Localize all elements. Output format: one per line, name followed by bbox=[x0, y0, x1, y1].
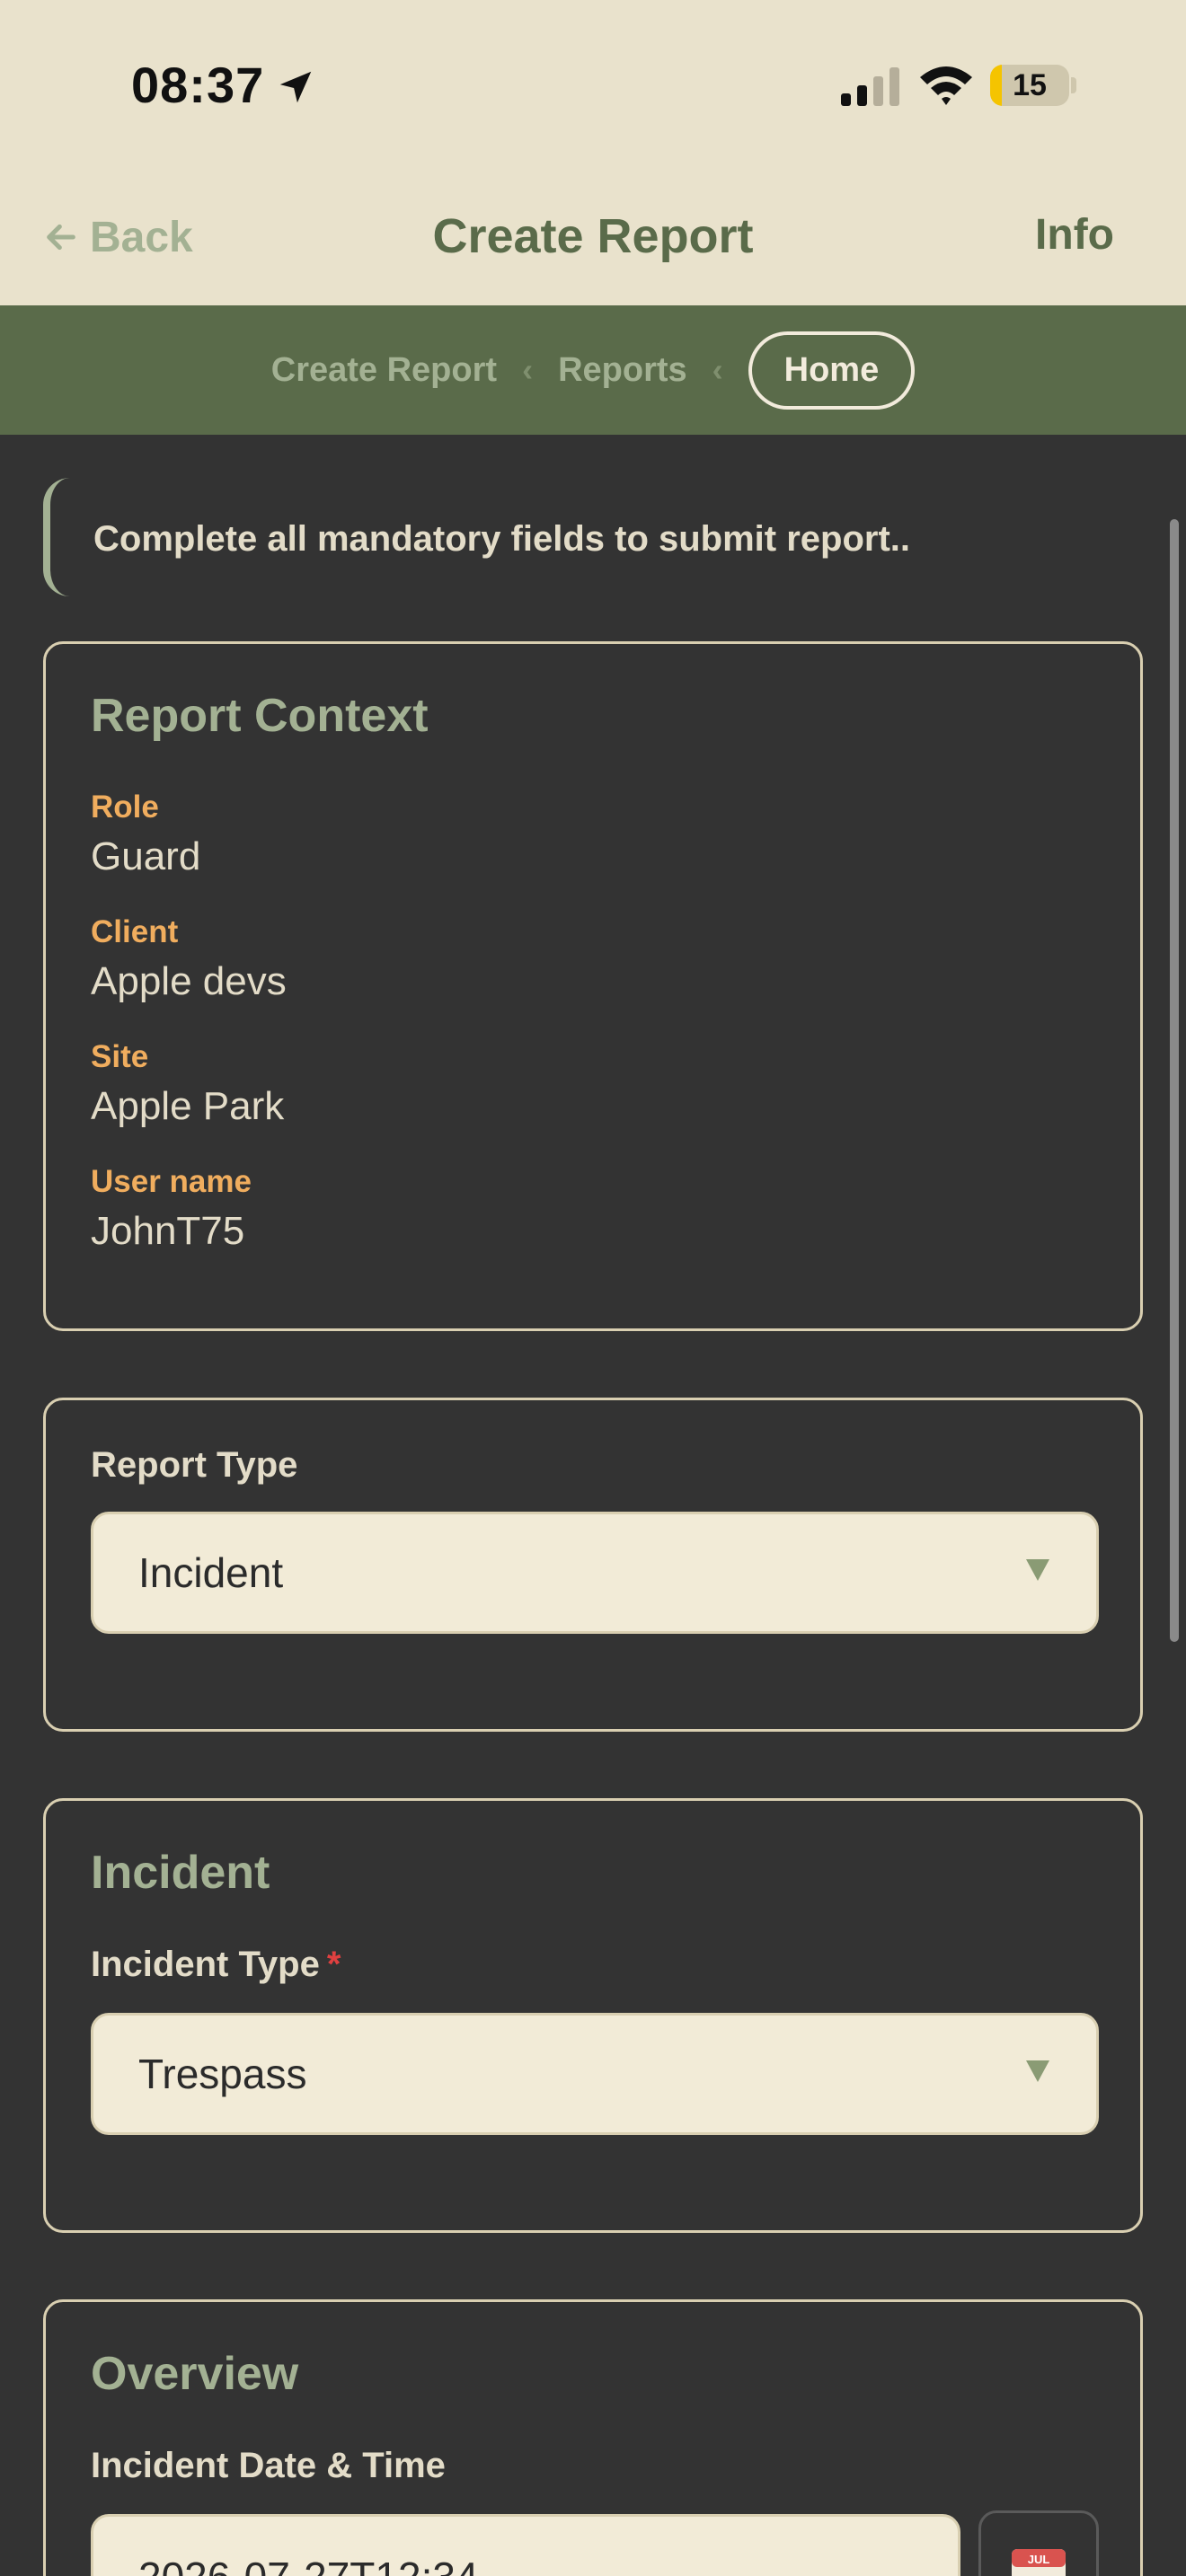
navigation-bar: Back Create Report Info bbox=[0, 171, 1186, 305]
breadcrumb-create-report[interactable]: Create Report bbox=[271, 351, 497, 390]
incident-type-value: Trespass bbox=[138, 2051, 307, 2097]
incident-datetime-input[interactable]: 2026-07-27T12:34 bbox=[91, 2514, 960, 2576]
breadcrumb-home[interactable]: Home bbox=[748, 331, 916, 410]
calendar-button[interactable]: JUL bbox=[978, 2510, 1099, 2576]
incident-card: Incident Incident Type * Trespass bbox=[43, 1798, 1143, 2233]
report-type-value: Incident bbox=[138, 1549, 284, 1596]
battery-tip bbox=[1071, 77, 1076, 93]
status-bar: 08:37 15 bbox=[0, 0, 1186, 171]
site-value: Apple Park bbox=[91, 1084, 285, 1128]
scrollbar[interactable] bbox=[1170, 519, 1179, 1642]
incident-datetime-label: Incident Date & Time bbox=[91, 2446, 446, 2485]
site-label: Site bbox=[91, 1039, 149, 1074]
notice-text: Complete all mandatory fields to submit … bbox=[93, 519, 911, 559]
incident-type-select[interactable]: Trespass bbox=[91, 2013, 1099, 2135]
page-title: Create Report bbox=[432, 209, 754, 263]
wifi-icon bbox=[920, 66, 972, 105]
overview-card: Overview Incident Date & Time 2026-07-27… bbox=[43, 2299, 1143, 2576]
incident-type-label-text: Incident Type bbox=[91, 1945, 320, 1984]
incident-type-label: Incident Type * bbox=[91, 1945, 341, 1985]
required-marker: * bbox=[326, 1945, 341, 1984]
incident-title: Incident bbox=[91, 1847, 270, 1899]
client-value: Apple devs bbox=[91, 959, 287, 1003]
user-name-value: JohnT75 bbox=[91, 1209, 245, 1253]
chevron-down-icon bbox=[1026, 2060, 1049, 2082]
breadcrumb-separator: ‹ bbox=[712, 351, 723, 388]
user-name-label: User name bbox=[91, 1164, 252, 1199]
location-arrow-icon bbox=[279, 71, 312, 103]
role-label: Role bbox=[91, 790, 159, 825]
breadcrumb-separator: ‹ bbox=[522, 351, 534, 388]
role-value: Guard bbox=[91, 834, 201, 878]
breadcrumb: Create Report ‹ Reports ‹ Home bbox=[0, 305, 1186, 435]
report-context-title: Report Context bbox=[91, 690, 429, 742]
battery-level-text: 15 bbox=[1013, 68, 1047, 102]
report-context-card: Report Context Role Guard Client Apple d… bbox=[43, 641, 1143, 1331]
mandatory-fields-notice: Complete all mandatory fields to submit … bbox=[43, 478, 1103, 596]
calendar-month-text: JUL bbox=[1028, 2553, 1050, 2566]
info-button[interactable]: Info bbox=[1035, 210, 1114, 260]
breadcrumb-reports[interactable]: Reports bbox=[558, 351, 687, 390]
client-label: Client bbox=[91, 914, 179, 949]
cellular-signal-icon bbox=[841, 67, 899, 106]
report-type-label: Report Type bbox=[91, 1445, 298, 1485]
report-type-card: Report Type Incident bbox=[43, 1398, 1143, 1732]
battery-indicator: 15 bbox=[990, 65, 1069, 106]
calendar-icon: JUL bbox=[1012, 2549, 1066, 2576]
status-time: 08:37 bbox=[131, 57, 265, 113]
overview-title: Overview bbox=[91, 2348, 299, 2400]
report-type-select[interactable]: Incident bbox=[91, 1512, 1099, 1634]
chevron-down-icon bbox=[1026, 1559, 1049, 1581]
incident-datetime-value: 2026-07-27T12:34 bbox=[138, 2553, 479, 2576]
